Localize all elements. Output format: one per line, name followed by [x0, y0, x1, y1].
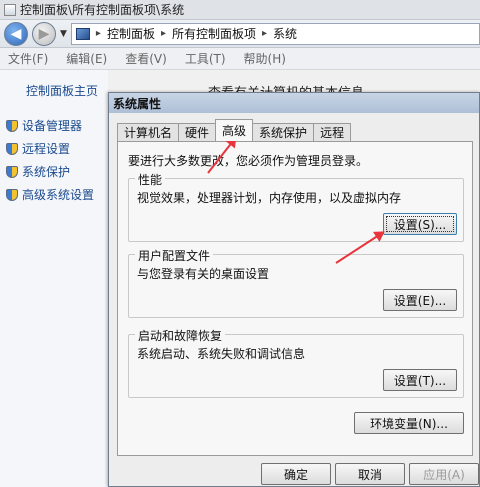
tab-advanced[interactable]: 高级 [215, 119, 254, 141]
startup-recovery-desc: 系统启动、系统失败和调试信息 [137, 347, 306, 361]
sidebar-item-advanced-settings[interactable]: 高级系统设置 [6, 186, 108, 203]
advanced-tab-panel: 要进行大多数更改，您必须作为管理员登录。 性能 视觉效果，处理器计划，内存使用，… [117, 141, 473, 456]
breadcrumb-item[interactable]: 所有控制面板项 [172, 25, 256, 42]
user-profiles-label: 用户配置文件 [135, 247, 214, 264]
sidebar-item-label: 高级系统设置 [22, 188, 95, 202]
menu-help[interactable]: 帮助(H) [244, 50, 286, 67]
shield-icon [6, 119, 18, 132]
window-title-bar: 控制面板\所有控制面板项\系统 [0, 0, 480, 20]
cancel-button[interactable]: 取消 [335, 463, 405, 485]
apply-button[interactable]: 应用(A) [409, 463, 479, 485]
environment-variables-button[interactable]: 环境变量(N)... [354, 412, 464, 434]
user-profiles-settings-button[interactable]: 设置(E)... [383, 289, 457, 311]
shield-icon [6, 165, 18, 178]
tab-computer-name[interactable]: 计算机名 [117, 123, 180, 141]
sidebar-item-system-protection[interactable]: 系统保护 [6, 163, 108, 180]
sidebar-item-label: 设备管理器 [22, 119, 83, 133]
menu-bar: 文件(F) 编辑(E) 查看(V) 工具(T) 帮助(H) [0, 48, 480, 70]
system-properties-dialog: 系统属性 计算机名 硬件 高级 系统保护 远程 要进行大多数更改，您必须作为管理… [108, 92, 480, 487]
menu-tools[interactable]: 工具(T) [185, 50, 226, 67]
shield-icon [6, 142, 18, 155]
breadcrumb[interactable]: ▸ 控制面板 ▸ 所有控制面板项 ▸ 系统 [70, 22, 480, 45]
dialog-title: 系统属性 [109, 93, 479, 113]
startup-recovery-label: 启动和故障恢复 [135, 327, 226, 344]
performance-desc: 视觉效果，处理器计划，内存使用，以及虚拟内存 [137, 191, 402, 205]
user-profiles-desc: 与您登录有关的桌面设置 [137, 267, 270, 281]
menu-edit[interactable]: 编辑(E) [66, 50, 107, 67]
breadcrumb-item[interactable]: 系统 [273, 25, 297, 42]
dialog-tabs: 计算机名 硬件 高级 系统保护 远程 [117, 119, 352, 141]
admin-note: 要进行大多数更改，您必须作为管理员登录。 [128, 154, 369, 168]
performance-settings-button[interactable]: 设置(S)... [383, 213, 457, 235]
sidebar-item-device-manager[interactable]: 设备管理器 [6, 117, 108, 134]
forward-arrow-icon[interactable]: ▶ [32, 21, 56, 46]
startup-recovery-group: 启动和故障恢复 系统启动、系统失败和调试信息 设置(T)... [128, 327, 464, 398]
control-panel-icon [4, 3, 16, 16]
performance-label: 性能 [135, 171, 166, 188]
shield-icon [6, 188, 18, 201]
window-title: 控制面板\所有控制面板项\系统 [20, 3, 185, 17]
menu-view[interactable]: 查看(V) [125, 50, 167, 67]
tab-system-protection[interactable]: 系统保护 [252, 123, 315, 141]
tab-remote[interactable]: 远程 [313, 123, 352, 141]
sidebar: 控制面板主页 设备管理器 远程设置 系统保护 高级系统设置 [0, 70, 108, 487]
history-dropdown-icon[interactable]: ▼ [60, 29, 67, 39]
computer-icon [75, 27, 90, 40]
breadcrumb-item[interactable]: 控制面板 [107, 25, 155, 42]
performance-group: 性能 视觉效果，处理器计划，内存使用，以及虚拟内存 设置(S)... [128, 171, 464, 242]
tab-hardware[interactable]: 硬件 [178, 123, 217, 141]
ok-button[interactable]: 确定 [261, 463, 331, 485]
sidebar-item-label: 系统保护 [22, 165, 71, 179]
sidebar-item-remote-settings[interactable]: 远程设置 [6, 140, 108, 157]
address-toolbar: ◀ ▶ ▼ ▸ 控制面板 ▸ 所有控制面板项 ▸ 系统 [0, 20, 480, 48]
user-profiles-group: 用户配置文件 与您登录有关的桌面设置 设置(E)... [128, 247, 464, 318]
startup-recovery-settings-button[interactable]: 设置(T)... [383, 369, 457, 391]
menu-file[interactable]: 文件(F) [8, 50, 48, 67]
back-arrow-icon[interactable]: ◀ [4, 21, 28, 46]
sidebar-item-label: 远程设置 [22, 142, 71, 156]
sidebar-home-link[interactable]: 控制面板主页 [26, 82, 108, 99]
